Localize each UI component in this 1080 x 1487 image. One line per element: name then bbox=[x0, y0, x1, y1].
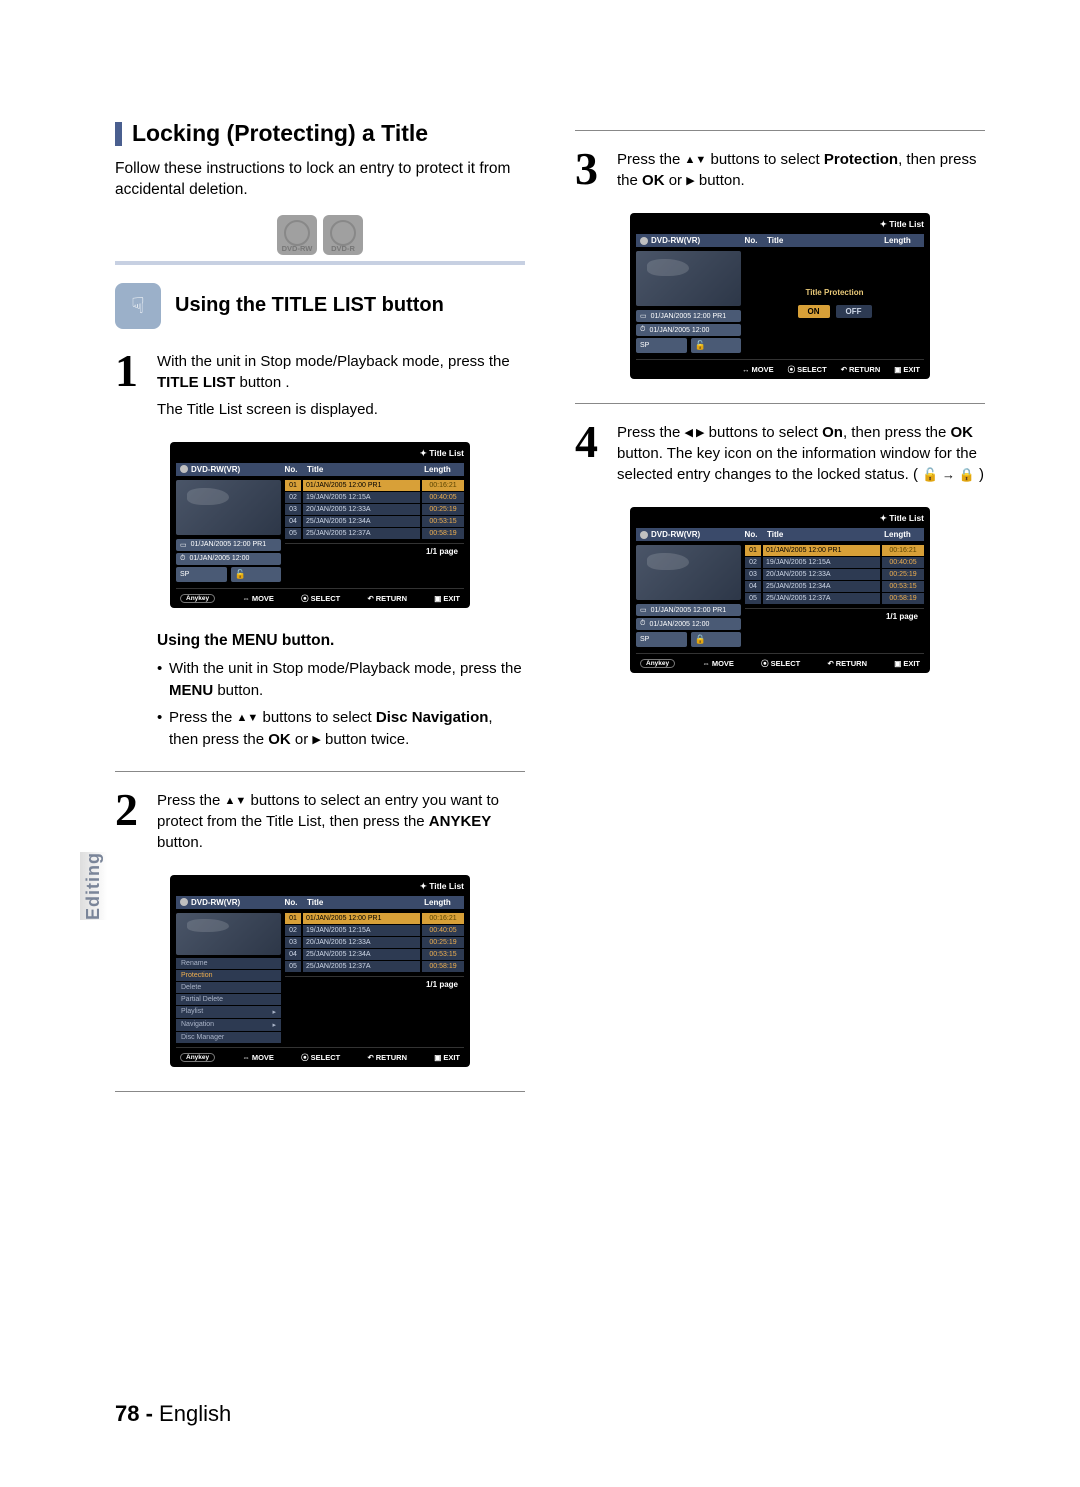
menu-bullets: With the unit in Stop mode/Playback mode… bbox=[157, 658, 525, 751]
step-number-2: 2 bbox=[115, 790, 145, 859]
step-number-1: 1 bbox=[115, 351, 145, 426]
section-title: Locking (Protecting) a Title bbox=[115, 120, 525, 147]
intro-text: Follow these instructions to lock an ent… bbox=[115, 159, 525, 201]
step-number-3: 3 bbox=[575, 149, 605, 197]
sub-heading: Using the TITLE LIST button bbox=[175, 294, 444, 317]
page-footer: 78 - English bbox=[115, 1401, 231, 1427]
step-2-text: Press the ▲▼ buttons to select an entry … bbox=[157, 790, 525, 859]
disc-rw-icon: DVD-RW bbox=[277, 215, 317, 255]
step-number-4: 4 bbox=[575, 422, 605, 491]
screen-anykey-menu: Title List DVD-RW(VR) No. Title Length R… bbox=[170, 875, 470, 1067]
menu-subtitle: Using the MENU button. bbox=[157, 632, 525, 650]
unlock-icon: 🔓 bbox=[235, 569, 246, 580]
disc-badges: DVD-RW DVD-R bbox=[115, 215, 525, 255]
screen-title-list-locked: Title List DVD-RW(VR) No. Title Length ▭… bbox=[630, 507, 930, 673]
step-4-text: Press the ◀ ▶ buttons to select On, then… bbox=[617, 422, 985, 491]
disc-r-icon: DVD-R bbox=[323, 215, 363, 255]
anykey-badge: Anykey bbox=[180, 594, 215, 603]
remote-icon: ☟ bbox=[115, 283, 161, 329]
lock-icon: 🔒 bbox=[695, 634, 706, 645]
step-1-text: With the unit in Stop mode/Playback mode… bbox=[157, 351, 525, 426]
screen-protection-dialog: Title List DVD-RW(VR) No. Title Length ▭… bbox=[630, 213, 930, 379]
preview-thumb bbox=[176, 480, 281, 535]
screen-title-list-1: Title List DVD-RW(VR) No. Title Length ▭… bbox=[170, 442, 470, 608]
divider bbox=[115, 261, 525, 265]
side-tab: Editing bbox=[80, 852, 107, 920]
on-off-toggle: ON OFF bbox=[798, 305, 872, 318]
step-3-text: Press the ▲▼ buttons to select Protectio… bbox=[617, 149, 985, 197]
protection-label: Title Protection bbox=[805, 288, 863, 297]
unlock-icon: 🔓 bbox=[695, 340, 706, 351]
